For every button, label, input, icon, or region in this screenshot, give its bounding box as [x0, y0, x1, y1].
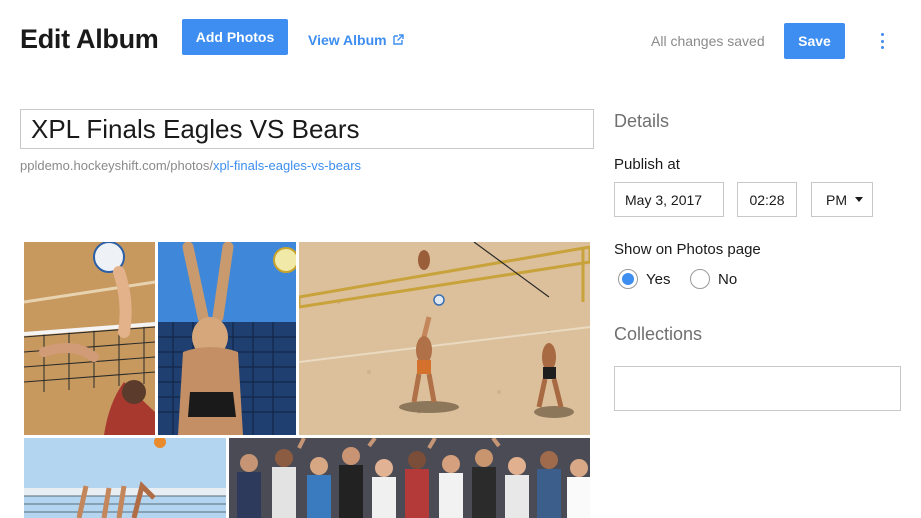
- album-title-input[interactable]: [20, 109, 594, 149]
- save-status-text: All changes saved: [651, 33, 765, 49]
- view-album-link[interactable]: View Album: [308, 32, 404, 48]
- photo-tile[interactable]: [229, 438, 590, 518]
- publish-at-label: Publish at: [614, 156, 680, 173]
- ampm-select[interactable]: PM: [811, 182, 873, 217]
- radio-checked-icon: [618, 269, 638, 289]
- details-heading: Details: [614, 111, 670, 131]
- photo-indoor-volleyball: [24, 242, 155, 435]
- publish-time-value: 02:28: [749, 191, 785, 208]
- url-slug-link[interactable]: xpl-finals-eagles-vs-bears: [213, 158, 361, 173]
- photo-net-play: [24, 438, 226, 518]
- collections-heading: Collections: [614, 324, 703, 344]
- url-base: ppldemo.hockeyshift.com/photos/: [20, 158, 213, 173]
- album-url: ppldemo.hockeyshift.com/photos/xpl-final…: [20, 158, 361, 173]
- show-on-photos-label: Show on Photos page: [614, 241, 761, 258]
- view-album-label: View Album: [308, 32, 387, 48]
- collections-input[interactable]: [614, 366, 901, 411]
- publish-time-input[interactable]: 02:28: [737, 182, 797, 217]
- external-link-icon: [392, 34, 404, 45]
- photo-tile[interactable]: [24, 242, 155, 435]
- save-button[interactable]: Save: [784, 23, 845, 59]
- radio-no-label: No: [718, 270, 738, 288]
- more-vert-icon[interactable]: [876, 32, 888, 50]
- page-title: Edit Album: [20, 24, 159, 54]
- photo-tile[interactable]: [158, 242, 296, 435]
- radio-yes-label: Yes: [646, 270, 671, 288]
- photo-tile[interactable]: [299, 242, 590, 435]
- radio-yes[interactable]: Yes: [618, 269, 670, 289]
- publish-date-value: May 3, 2017: [625, 191, 703, 208]
- photo-beach-aerial: [299, 242, 590, 435]
- publish-date-input[interactable]: May 3, 2017: [614, 182, 724, 217]
- add-photos-button[interactable]: Add Photos: [182, 19, 288, 55]
- caret-down-icon: [855, 197, 863, 202]
- photo-beach-block: [158, 242, 296, 435]
- radio-no[interactable]: No: [690, 269, 737, 289]
- photo-crowd: [229, 438, 590, 518]
- radio-unchecked-icon: [690, 269, 710, 289]
- ampm-value: PM: [826, 191, 847, 208]
- photo-tile[interactable]: [24, 438, 226, 518]
